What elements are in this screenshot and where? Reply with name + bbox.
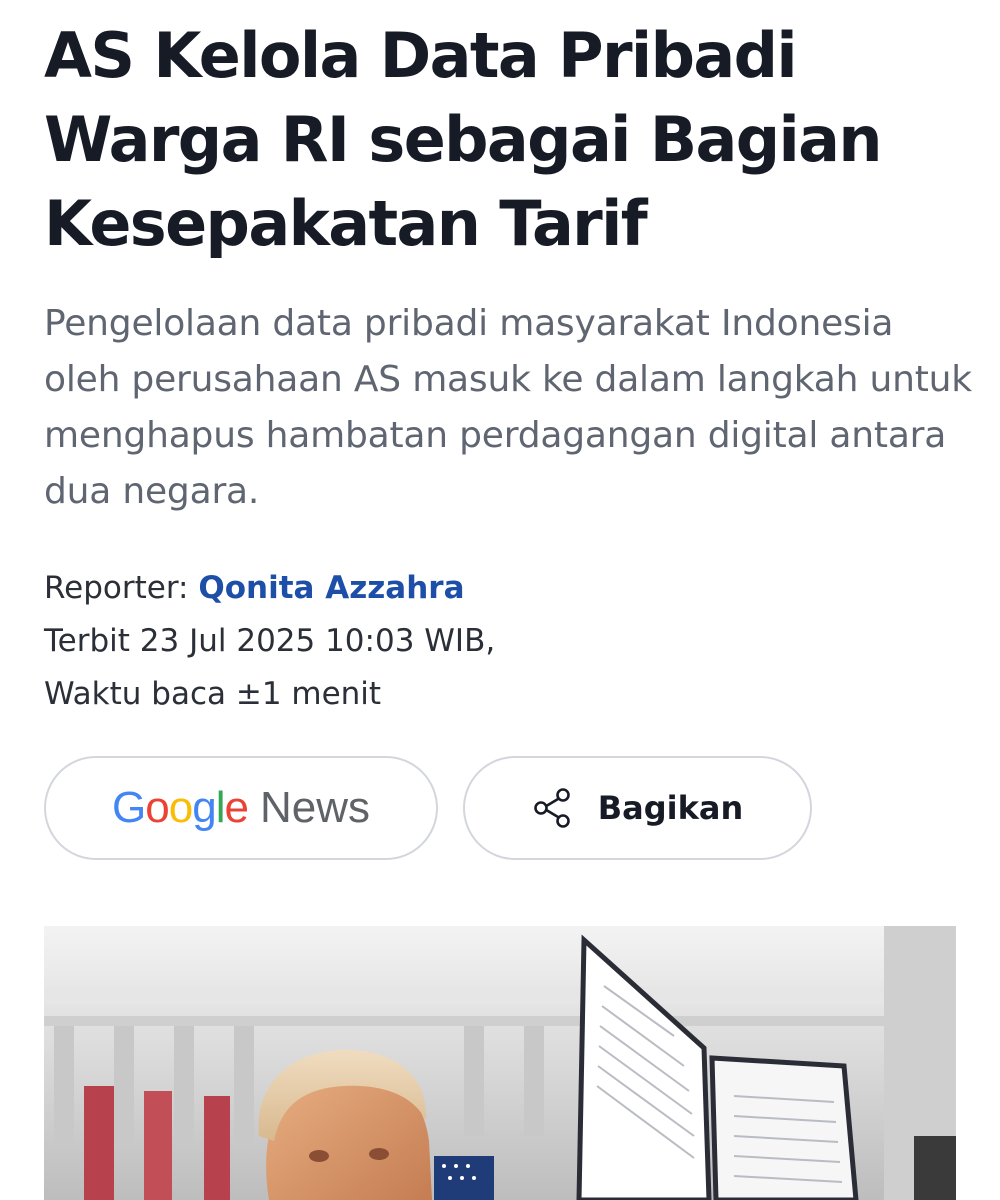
share-icon bbox=[532, 787, 574, 829]
google-logo-letter: o bbox=[145, 783, 170, 832]
reporter-name-link[interactable]: Qonita Azzahra bbox=[198, 570, 464, 606]
article-photo bbox=[44, 926, 956, 1200]
google-logo-letter: o bbox=[168, 783, 194, 832]
google-news-button[interactable]: G o o g l e News bbox=[44, 756, 438, 860]
google-news-label: News bbox=[259, 783, 370, 832]
article-lead: Pengelolaan data pribadi masyarakat Indo… bbox=[44, 303, 972, 512]
article-title: AS Kelola Data Pribadi Warga RI sebagai … bbox=[44, 19, 883, 260]
google-logo-letter: g bbox=[192, 783, 217, 832]
share-button[interactable]: Bagikan bbox=[463, 756, 812, 860]
share-label: Bagikan bbox=[597, 789, 744, 827]
read-time: Waktu baca ±1 menit bbox=[44, 676, 382, 712]
google-logo-letter: l bbox=[215, 783, 226, 832]
google-logo-letter: e bbox=[224, 783, 249, 832]
publish-date: Terbit 23 Jul 2025 10:03 WIB, bbox=[44, 623, 496, 659]
reporter-line: Reporter: Qonita Azzahra bbox=[44, 562, 944, 615]
reporter-label: Reporter: bbox=[44, 570, 189, 606]
google-logo-letter: G bbox=[112, 783, 146, 832]
article-meta: Reporter: Qonita Azzahra Terbit 23 Jul 2… bbox=[44, 562, 944, 721]
google-logo: G o o g l e bbox=[112, 783, 249, 833]
